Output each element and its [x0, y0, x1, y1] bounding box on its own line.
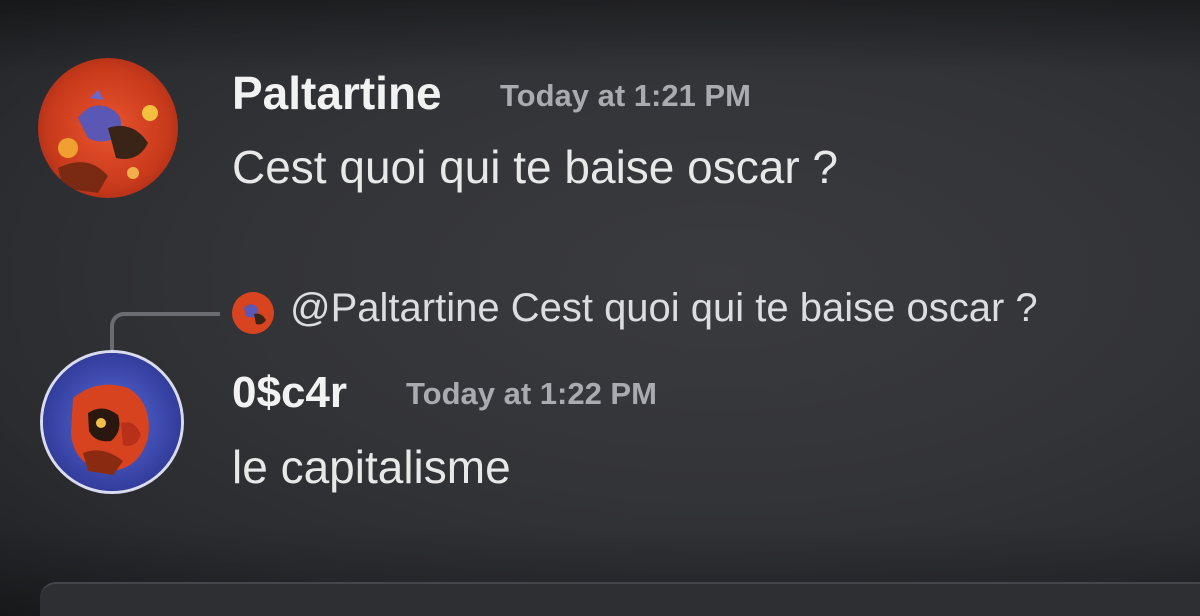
- message-timestamp: Today at 1:22 PM: [406, 376, 657, 411]
- chat-message-reply: @Paltartine Cest quoi qui te baise oscar…: [0, 0, 1200, 616]
- message-username[interactable]: 0$c4r: [232, 368, 347, 418]
- oscar-avatar-icon[interactable]: [40, 350, 184, 494]
- message-composer[interactable]: [40, 582, 1200, 616]
- reply-preview-text[interactable]: @Paltartine Cest quoi qui te baise oscar…: [290, 286, 1038, 331]
- message-content: le capitalisme: [232, 441, 511, 493]
- reply-paltartine-avatar-icon[interactable]: [232, 292, 274, 334]
- reply-connector-line: [110, 312, 220, 352]
